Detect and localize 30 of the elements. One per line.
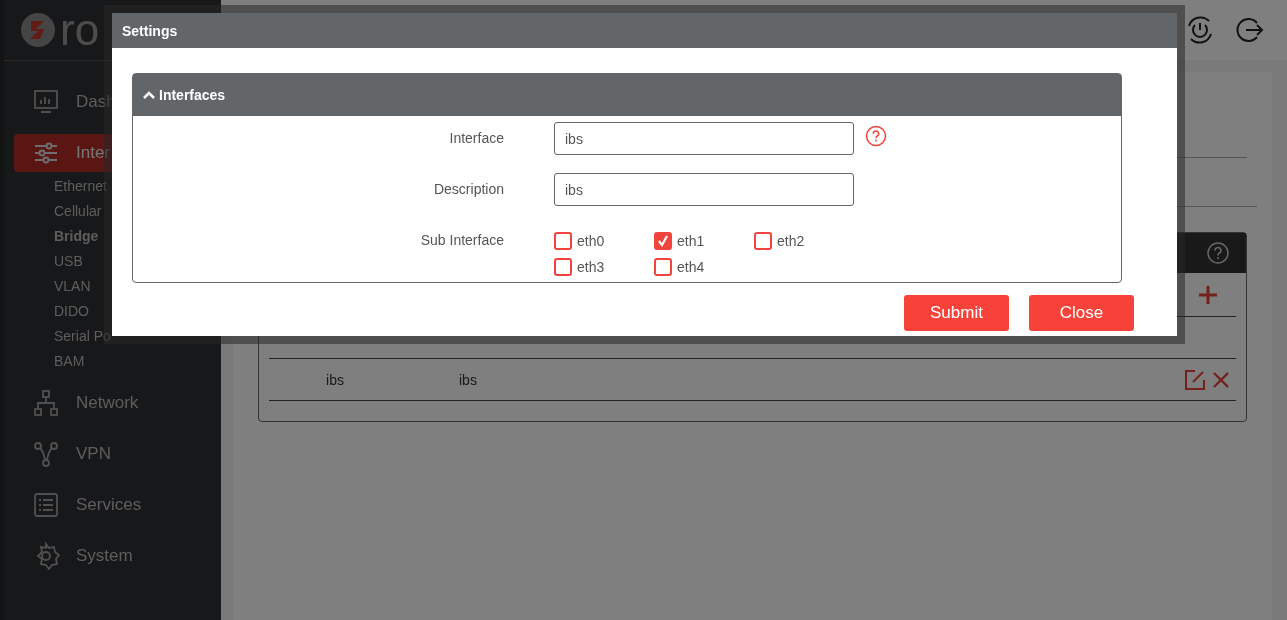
nodes-icon (32, 440, 60, 468)
dialog-button[interactable]: Submit (904, 295, 1009, 331)
dialog-button[interactable]: Close (1029, 295, 1134, 331)
delete-icon[interactable] (1212, 370, 1230, 389)
list-icon (32, 491, 60, 519)
checkbox-option[interactable]: eth1 (654, 232, 705, 250)
network-icon (32, 389, 60, 417)
table-cell-text: ibs (325, 371, 344, 388)
checkmark-icon (657, 235, 669, 247)
logo-icon (20, 12, 56, 48)
field-label: Description (432, 180, 504, 197)
checkbox-option[interactable]: eth0 (554, 232, 605, 250)
text-field[interactable]: ibs (554, 122, 854, 155)
add-icon[interactable] (1198, 284, 1218, 305)
text-field[interactable]: ibs (554, 173, 854, 206)
table-cell: ibs (459, 371, 477, 388)
field-label: Interface (448, 129, 504, 146)
monitor-chart-icon (32, 88, 60, 116)
checkbox-option[interactable]: eth2 (754, 232, 805, 250)
section-header[interactable]: Interfaces (133, 74, 1121, 116)
help-icon[interactable] (1206, 241, 1230, 265)
field-label: Sub Interface (419, 231, 504, 248)
checkbox-option[interactable]: eth4 (654, 258, 705, 276)
power-restart-icon[interactable] (1185, 15, 1215, 45)
logout-icon[interactable] (1235, 15, 1265, 45)
edit-icon[interactable] (1184, 368, 1206, 391)
chevron-icon (143, 90, 155, 100)
checkbox-option[interactable]: eth3 (554, 258, 605, 276)
dialog-title: Settings (112, 13, 1177, 48)
help-icon[interactable] (865, 125, 887, 147)
